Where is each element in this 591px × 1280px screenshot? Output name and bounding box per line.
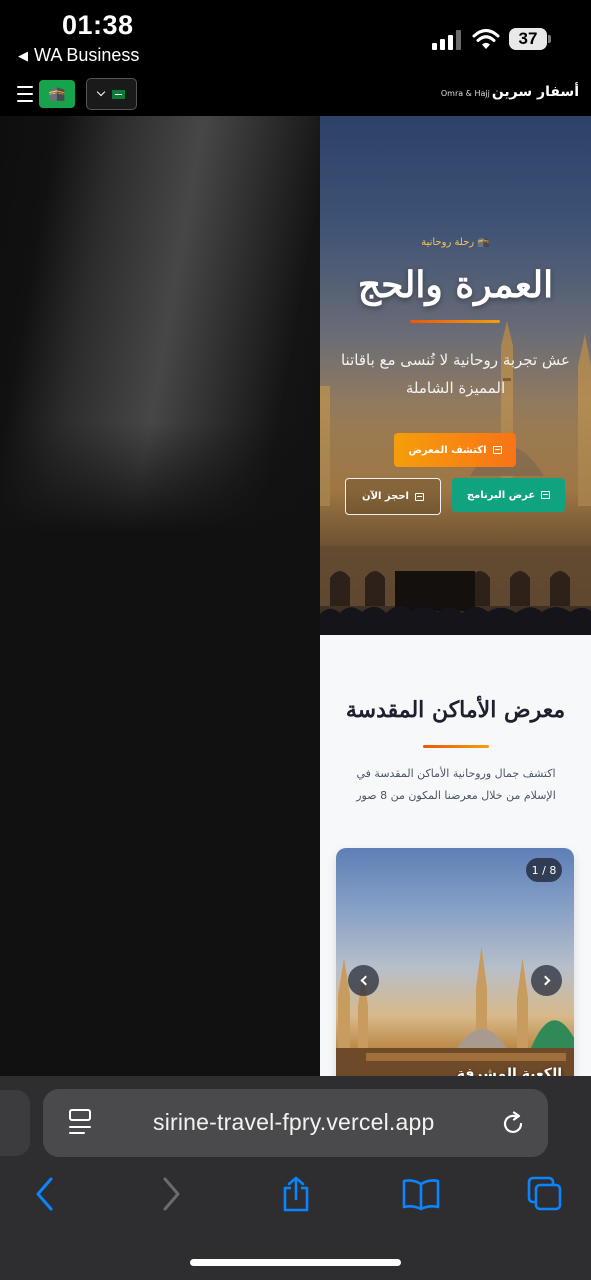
cellular-signal-icon bbox=[432, 30, 461, 50]
hero-subtitle: عش تجربة روحانية لا تُنسى مع باقاتنا الم… bbox=[340, 351, 571, 397]
home-indicator bbox=[190, 1259, 401, 1266]
gallery-slider[interactable]: 1 / 8 الكعبة المشرفة bbox=[336, 848, 574, 1076]
gallery-description: اكتشف جمال وروحانية الأماكن المقدسة في ا… bbox=[356, 767, 556, 802]
mosque-slide-image bbox=[336, 946, 574, 1076]
gallery-divider bbox=[423, 745, 489, 748]
battery-level: 37 bbox=[509, 28, 547, 50]
view-program-button[interactable]: عرض البرنامج bbox=[452, 478, 565, 512]
chevron-left-icon bbox=[360, 975, 370, 986]
gallery-section: معرض الأماكن المقدسة اكتشف جمال وروحانية… bbox=[320, 635, 591, 1076]
kaaba-icon: 🕋 bbox=[477, 237, 490, 248]
slide-counter: 1 / 8 bbox=[526, 858, 562, 882]
back-triangle-icon: ◀ bbox=[18, 47, 28, 63]
back-icon[interactable] bbox=[34, 1176, 56, 1212]
brand-name: أسفار سرين bbox=[491, 84, 579, 100]
book-now-button[interactable]: احجز الآن bbox=[345, 478, 441, 515]
browser-bottom-bar: sirine-travel-fpry.vercel.app bbox=[0, 1076, 591, 1280]
hero-divider bbox=[410, 320, 500, 323]
hamburger-menu-button[interactable] bbox=[17, 86, 33, 102]
book-now-label: احجز الآن bbox=[362, 491, 409, 502]
hero-badge: 🕋 رحلة روحانية bbox=[320, 237, 591, 248]
chevron-right-icon bbox=[540, 975, 550, 986]
forward-icon[interactable] bbox=[160, 1176, 182, 1212]
previous-tab-preview[interactable] bbox=[0, 1090, 30, 1156]
left-dark-pane bbox=[0, 116, 320, 1076]
page-menu-icon[interactable] bbox=[69, 1109, 91, 1135]
bookmarks-icon[interactable] bbox=[401, 1176, 441, 1212]
hero-content: 🕋 رحلة روحانية العمرة والحج عش تجربة روح… bbox=[320, 116, 591, 635]
hero-badge-label: رحلة روحانية bbox=[421, 237, 475, 248]
background-glow bbox=[0, 116, 320, 532]
wifi-icon bbox=[472, 29, 500, 49]
calendar-icon bbox=[414, 492, 424, 501]
view-program-label: عرض البرنامج bbox=[466, 489, 536, 501]
hero-title: العمرة والحج bbox=[357, 264, 554, 306]
chevron-down-icon bbox=[96, 87, 106, 97]
next-slide-button[interactable] bbox=[531, 965, 562, 996]
gallery-title: معرض الأماكن المقدسة bbox=[345, 697, 566, 723]
status-time: 01:38 bbox=[62, 10, 134, 40]
brand-logo[interactable]: أسفار سرين Omra & Hajj bbox=[441, 84, 579, 100]
explore-gallery-label: اكتشف المعرض bbox=[408, 444, 487, 456]
status-bar: 01:38 ◀ WA Business 37 bbox=[0, 0, 591, 72]
saudi-flag-icon bbox=[112, 89, 125, 99]
share-icon[interactable] bbox=[280, 1176, 312, 1212]
slide-caption: الكعبة المشرفة bbox=[456, 1066, 562, 1076]
address-bar[interactable]: sirine-travel-fpry.vercel.app bbox=[43, 1089, 548, 1157]
battery-icon: 37 bbox=[509, 28, 551, 50]
kaaba-icon: 🕋 bbox=[48, 86, 66, 102]
clipboard-icon bbox=[541, 491, 551, 499]
site-header: 🕋 أسفار سرين Omra & Hajj bbox=[0, 72, 591, 116]
previous-slide-button[interactable] bbox=[348, 965, 379, 996]
hero-section: 🕋 رحلة روحانية العمرة والحج عش تجربة روح… bbox=[320, 116, 591, 635]
back-app-label: WA Business bbox=[34, 45, 140, 65]
image-icon bbox=[492, 446, 502, 454]
country-selector[interactable] bbox=[86, 78, 137, 110]
back-to-app-button[interactable]: ◀ WA Business bbox=[18, 45, 139, 66]
url-text: sirine-travel-fpry.vercel.app bbox=[153, 1109, 435, 1135]
reload-icon[interactable] bbox=[502, 1111, 526, 1135]
kaaba-language-button[interactable]: 🕋 bbox=[39, 80, 75, 108]
explore-gallery-button[interactable]: اكتشف المعرض bbox=[394, 433, 516, 467]
brand-tagline: Omra & Hajj bbox=[440, 89, 490, 98]
tabs-icon[interactable] bbox=[527, 1176, 563, 1212]
